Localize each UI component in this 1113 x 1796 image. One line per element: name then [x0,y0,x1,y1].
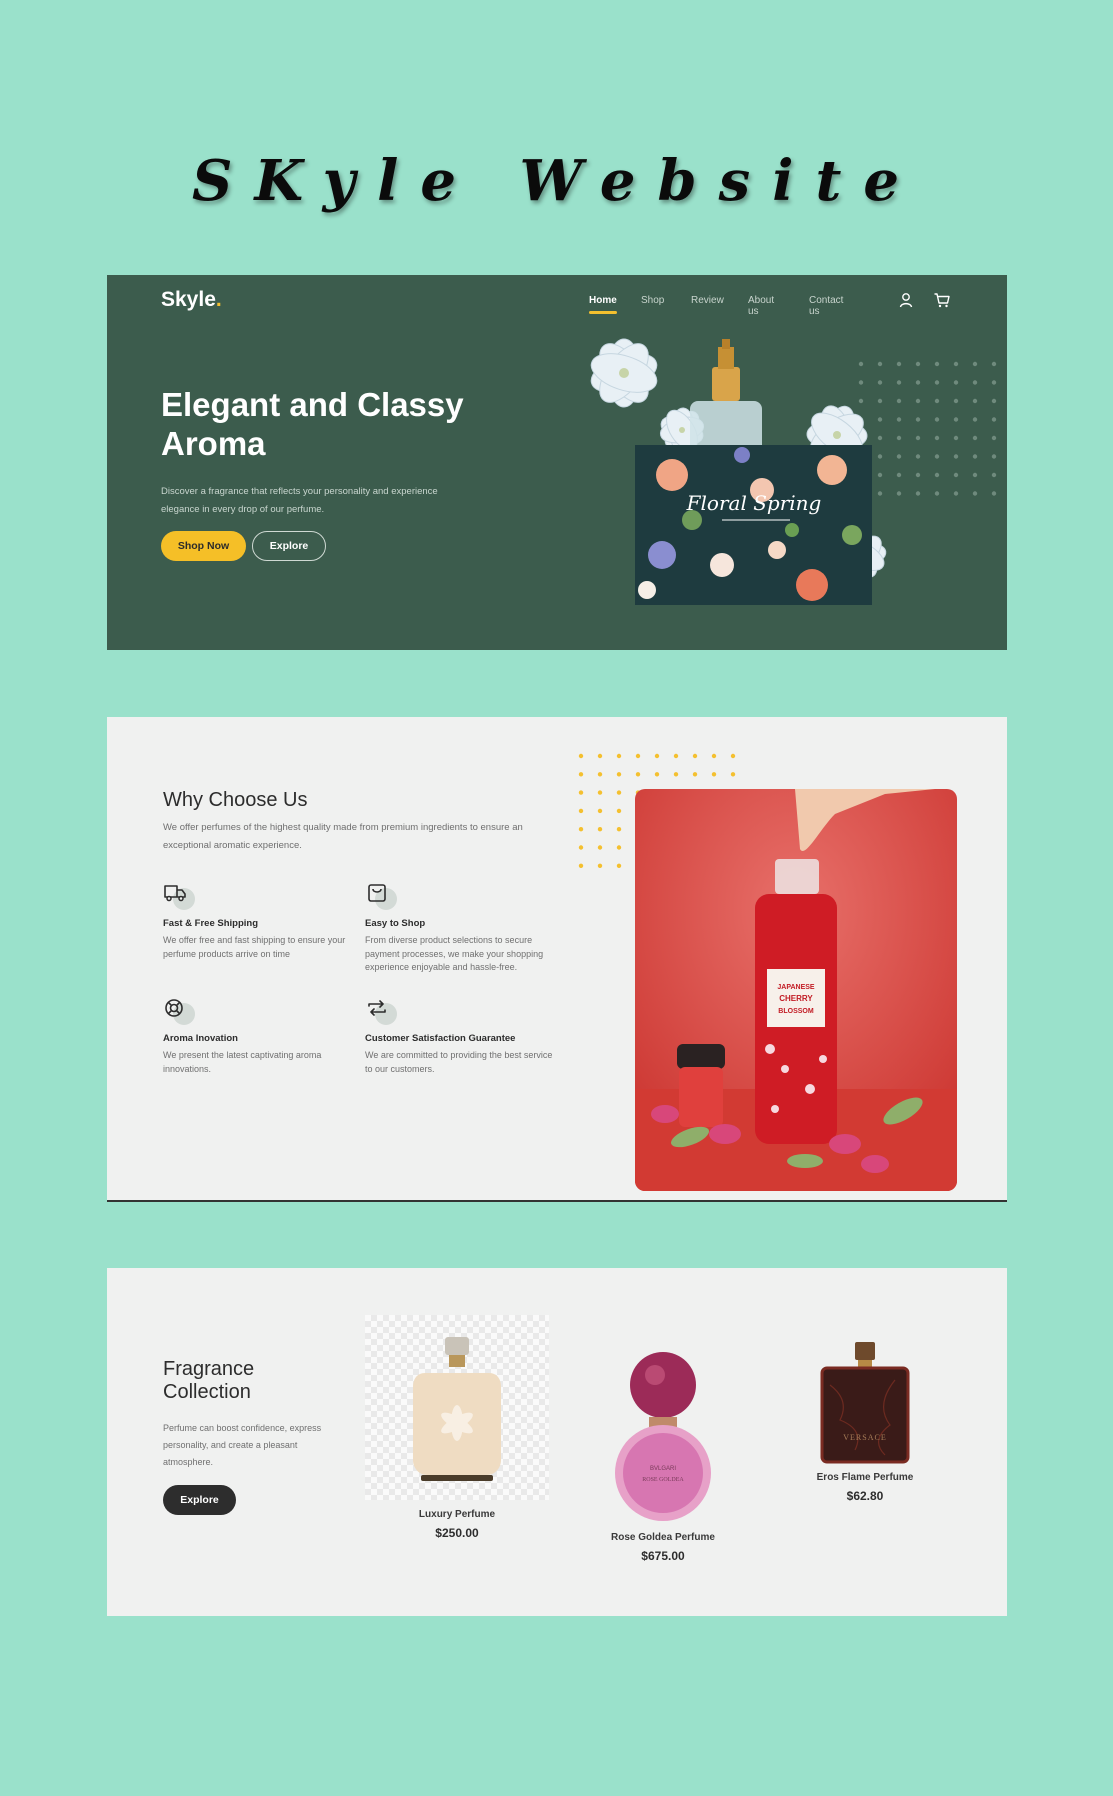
product-image: VERSACE [820,1342,910,1464]
product-price: $675.00 [641,1549,685,1563]
feature-text: We are committed to providing the best s… [365,1050,553,1074]
page-title: SKyle Website [192,148,921,214]
explore-button[interactable]: Explore [252,531,326,561]
collection-description: Perfume can boost confidence, express pe… [163,1423,322,1467]
nav-review[interactable]: Review [691,295,724,306]
repeat-icon [368,1000,386,1016]
product-card-eros-flame[interactable]: VERSACE Eros Flame Perfume $62.80 [795,1340,935,1503]
cherry-blossom-photo: JAPANESE CHERRY BLOSSOM [635,789,957,1191]
collection-title: Fragrance Collection [163,1358,255,1403]
feature-aroma-innovation: Aroma Inovation We present the latest ca… [163,997,353,1076]
truck-icon [164,885,186,902]
user-icon[interactable] [897,291,915,309]
product-price: $250.00 [435,1526,479,1540]
logo[interactable]: Skyle. [161,288,222,312]
feature-shipping: Fast & Free Shipping We offer free and f… [163,882,353,961]
product-card-rose-goldea[interactable]: BVLGARI ROSE GOLDEA Rose Goldea Perfume … [587,1343,739,1563]
collection-explore-button[interactable]: Explore [163,1485,236,1515]
hero-title: Elegant and Classy Aroma [161,386,464,462]
feature-text: We present the latest captivating aroma … [163,1050,322,1074]
lifebuoy-icon [165,999,183,1017]
fragrance-collection-section: Fragrance Collection Perfume can boost c… [107,1268,1007,1616]
feature-title: Customer Satisfaction Guarantee [365,1033,516,1044]
cart-icon[interactable] [933,291,951,309]
svg-text:BLOSSOM: BLOSSOM [778,1008,814,1015]
product-name: Rose Goldea Perfume [611,1532,715,1543]
feature-title: Fast & Free Shipping [163,918,259,929]
shop-now-button[interactable]: Shop Now [161,531,246,561]
why-choose-us-section: Why Choose Us We offer perfumes of the h… [107,717,1007,1202]
nav-shop[interactable]: Shop [641,295,664,306]
nav-about[interactable]: About us [748,295,774,317]
perfume-hero-image: Floral Spring [590,338,887,605]
hero-description: Discover a fragrance that reflects your … [161,486,438,515]
feature-title: Aroma Inovation [163,1033,238,1044]
nav-home[interactable]: Home [589,295,617,314]
why-description: We offer perfumes of the highest quality… [163,822,523,851]
product-name: Luxury Perfume [418,1509,496,1520]
product-image [365,1315,549,1500]
svg-text:Floral Spring: Floral Spring [686,491,822,515]
product-card-luxury[interactable]: Luxury Perfume $250.00 [365,1315,549,1540]
product-price: $62.80 [846,1489,884,1503]
svg-text:JAPANESE: JAPANESE [777,984,815,991]
svg-text:CHERRY: CHERRY [779,994,813,1003]
svg-text:VERSACE: VERSACE [843,1433,886,1442]
why-title: Why Choose Us [163,789,308,811]
product-image: BVLGARI ROSE GOLDEA [615,1352,711,1521]
feature-text: We offer free and fast shipping to ensur… [163,935,346,959]
svg-text:ROSE GOLDEA: ROSE GOLDEA [642,1477,684,1483]
nav-contact[interactable]: Contact us [809,295,843,317]
feature-title: Easy to Shop [365,918,426,929]
feature-text: From diverse product selections to secur… [365,935,544,972]
feature-satisfaction: Customer Satisfaction Guarantee We are c… [365,997,555,1076]
shopping-bag-icon [368,884,386,902]
product-name: Eros Flame Perfume [816,1472,914,1483]
feature-easy-shop: Easy to Shop From diverse product select… [365,882,555,975]
hero-section: Skyle. Home Shop Review About us Contact… [107,275,1007,650]
svg-text:BVLGARI: BVLGARI [650,1466,676,1472]
